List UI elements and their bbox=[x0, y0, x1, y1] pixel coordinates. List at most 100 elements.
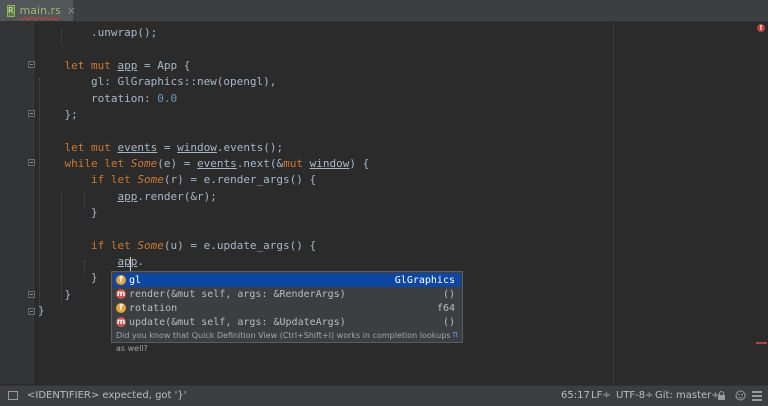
completion-item[interactable]: m update(&mut self, args: &UpdateArgs) (… bbox=[113, 315, 461, 329]
completion-item-type: f64 bbox=[436, 302, 455, 314]
completion-item-type: GlGraphics bbox=[394, 274, 455, 286]
completion-item-type: () bbox=[442, 316, 455, 328]
toggle-tool-windows-icon[interactable] bbox=[8, 391, 18, 400]
right-margin-guide bbox=[613, 22, 614, 384]
code-token: (u) = e.update_args() { bbox=[163, 239, 317, 252]
completion-hint: Did you know that Quick Definition View … bbox=[113, 329, 461, 353]
completion-item[interactable]: m render(&mut self, args: &RenderArgs) (… bbox=[113, 287, 461, 301]
line-gutter[interactable] bbox=[0, 22, 34, 384]
completion-item[interactable]: f rotation f64 bbox=[113, 301, 461, 315]
tab-main-rs[interactable]: R main.rs × bbox=[0, 0, 76, 21]
mutable-binding-token: window bbox=[177, 141, 217, 154]
text-caret bbox=[130, 257, 131, 271]
code-token: .render(&r); bbox=[137, 190, 217, 203]
mutable-binding-token: events bbox=[196, 157, 237, 170]
vcs-branch[interactable]: Git: master÷ bbox=[655, 386, 720, 406]
enum-variant-token: Some bbox=[137, 173, 164, 186]
code-token: . bbox=[137, 255, 144, 268]
completion-popup: f gl GlGraphics m render(&mut self, args… bbox=[111, 271, 463, 353]
inspector-icon[interactable] bbox=[735, 390, 746, 401]
memory-indicator-icon[interactable] bbox=[752, 390, 762, 401]
code-line[interactable]: .unwrap(); bbox=[38, 25, 157, 41]
rust-file-icon: R bbox=[7, 4, 15, 17]
keyword-token: let mut bbox=[64, 141, 118, 154]
error-stripe[interactable] bbox=[752, 22, 768, 384]
code-line[interactable]: }; bbox=[38, 107, 78, 123]
keyword-token: if let bbox=[90, 239, 138, 252]
code-token: }; bbox=[38, 108, 78, 121]
code-line[interactable]: let mut events = window.events(); bbox=[38, 140, 284, 156]
field-icon: f bbox=[116, 303, 126, 313]
enum-variant-token: Some bbox=[137, 239, 164, 252]
method-icon: m bbox=[116, 289, 126, 299]
keyword-token: mut bbox=[283, 157, 310, 170]
code-token: gl: GlGraphics::new(opengl), bbox=[38, 75, 277, 88]
code-token: (r) = e.render_args() { bbox=[163, 173, 317, 186]
fold-marker-icon[interactable] bbox=[28, 61, 35, 68]
status-message: <IDENTIFIER> expected, got '}' bbox=[27, 390, 187, 401]
file-encoding[interactable]: UTF-8÷ bbox=[616, 386, 654, 406]
completion-item[interactable]: f gl GlGraphics bbox=[113, 273, 461, 287]
fold-marker-icon[interactable] bbox=[28, 110, 35, 117]
error-stripe-mark[interactable] bbox=[756, 342, 767, 344]
code-line[interactable]: rotation: 0.0 bbox=[38, 91, 177, 107]
number-token: 0.0 bbox=[157, 92, 178, 105]
keyword-token: let mut bbox=[64, 59, 118, 72]
tab-label[interactable]: main.rs bbox=[20, 4, 61, 17]
code-line[interactable]: app.render(&r); bbox=[38, 189, 217, 205]
code-token: = bbox=[157, 141, 178, 154]
field-icon: f bbox=[116, 275, 126, 285]
line-separator[interactable]: LF÷ bbox=[591, 386, 611, 406]
completion-item-name: rotation bbox=[129, 302, 178, 314]
mutable-binding-token: app bbox=[117, 59, 138, 72]
mutable-binding-token: app bbox=[117, 255, 138, 268]
code-line[interactable]: let mut app = App { bbox=[38, 58, 191, 74]
code-line[interactable]: if let Some(u) = e.update_args() { bbox=[38, 238, 316, 254]
completion-item-name: gl bbox=[129, 274, 142, 286]
code-token: } bbox=[38, 304, 45, 317]
error-indicator-icon[interactable]: ! bbox=[757, 24, 765, 32]
code-token: .events(); bbox=[216, 141, 284, 154]
method-icon: m bbox=[116, 317, 126, 327]
code-token: ) { bbox=[349, 157, 370, 170]
code-line[interactable]: } bbox=[38, 270, 98, 286]
code-token: rotation: bbox=[38, 92, 158, 105]
caret-position[interactable]: 65:17 bbox=[561, 386, 590, 406]
mutable-binding-token: events bbox=[117, 141, 158, 154]
completion-item-name: render(&mut self, args: &RenderArgs) bbox=[129, 288, 346, 300]
code-token: (e) = bbox=[157, 157, 197, 170]
keyword-token: while let bbox=[64, 157, 131, 170]
fold-marker-icon[interactable] bbox=[28, 159, 35, 166]
enum-variant-token: Some bbox=[130, 157, 158, 170]
mutable-binding-token: window bbox=[309, 157, 350, 170]
completion-item-name: update(&mut self, args: &UpdateArgs) bbox=[129, 316, 346, 328]
code-line[interactable]: } bbox=[38, 303, 45, 319]
code-token: = App { bbox=[137, 59, 191, 72]
mutable-binding-token: app bbox=[117, 190, 138, 203]
lock-icon[interactable] bbox=[717, 391, 726, 400]
code-token: .unwrap(); bbox=[38, 26, 158, 39]
keyword-token: if let bbox=[90, 173, 138, 186]
fold-marker-icon[interactable] bbox=[28, 308, 35, 315]
code-line[interactable]: } bbox=[38, 287, 71, 303]
status-bar: <IDENTIFIER> expected, got '}' 65:17 LF÷… bbox=[0, 385, 768, 406]
code-line[interactable]: } bbox=[38, 205, 98, 221]
fold-marker-icon[interactable] bbox=[28, 291, 35, 298]
close-icon[interactable]: × bbox=[67, 4, 76, 17]
code-token: .next(& bbox=[236, 157, 284, 170]
code-line[interactable]: if let Some(r) = e.render_args() { bbox=[38, 172, 316, 188]
code-line[interactable]: while let Some(e) = events.next(&mut win… bbox=[38, 156, 370, 172]
completion-item-type: () bbox=[442, 288, 455, 300]
code-line[interactable]: gl: GlGraphics::new(opengl), bbox=[38, 74, 276, 90]
pi-icon[interactable]: π bbox=[453, 329, 458, 342]
editor-tab-bar: R main.rs × bbox=[0, 0, 768, 22]
code-line[interactable]: app. bbox=[38, 254, 144, 270]
code-token: } bbox=[38, 288, 72, 301]
